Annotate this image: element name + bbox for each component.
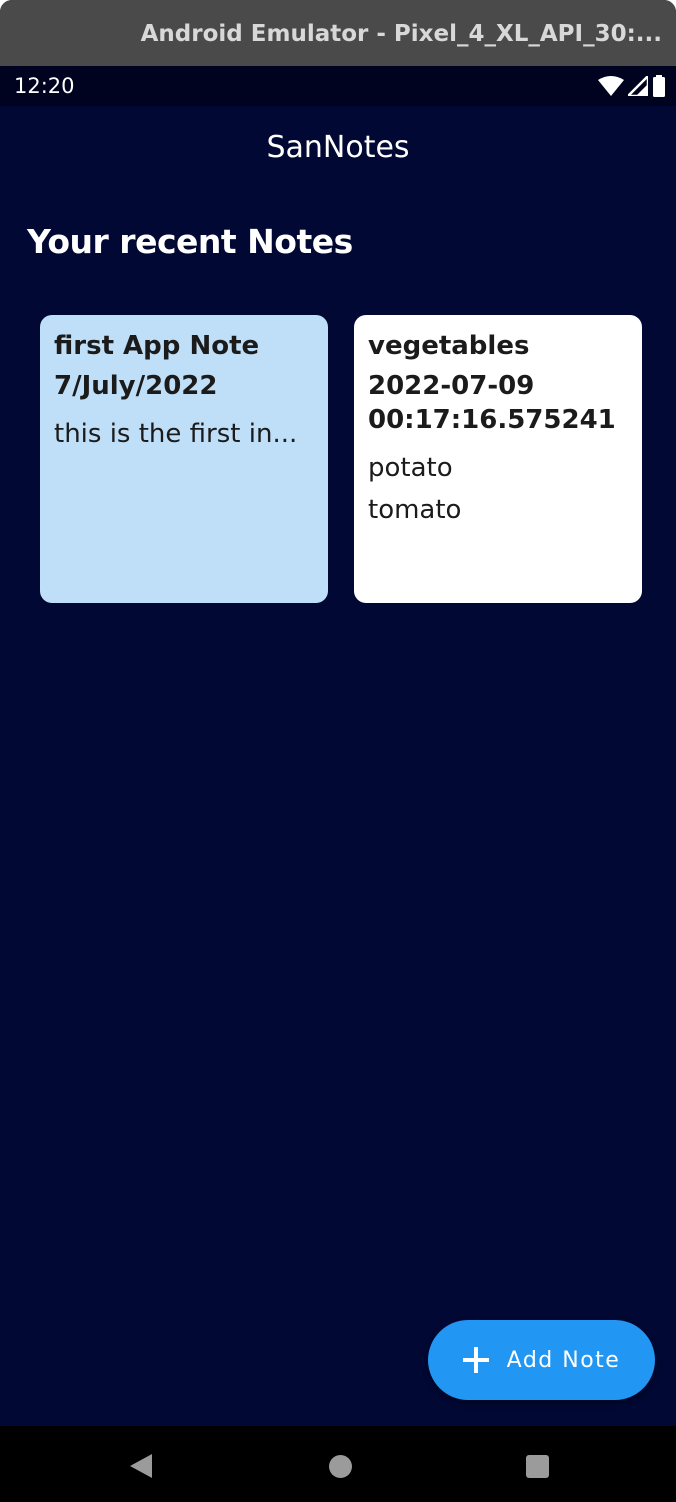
note-date: 2022-07-09 00:17:16.575241 bbox=[368, 371, 616, 435]
status-bar: 12:20 bbox=[0, 66, 676, 106]
home-icon[interactable] bbox=[329, 1455, 352, 1478]
note-date: 7/July/2022 bbox=[54, 371, 218, 401]
back-icon[interactable] bbox=[130, 1454, 152, 1478]
app-title: SanNotes bbox=[266, 130, 410, 165]
note-card[interactable]: first App Note 7/July/2022 this is the f… bbox=[40, 315, 328, 603]
add-note-label: Add Note bbox=[506, 1347, 621, 1373]
note-title: first App Note bbox=[54, 331, 260, 361]
status-time: 12:20 bbox=[14, 74, 75, 98]
note-card[interactable]: vegetables 2022-07-09 00:17:16.575241 po… bbox=[354, 315, 642, 603]
wifi-icon bbox=[598, 76, 624, 96]
status-icons bbox=[598, 74, 666, 98]
signal-icon bbox=[628, 76, 648, 96]
note-title: vegetables bbox=[368, 331, 530, 361]
plus-icon bbox=[462, 1347, 489, 1373]
note-body: this is the first in... bbox=[54, 419, 298, 449]
section-heading: Your recent Notes bbox=[27, 222, 353, 261]
battery-icon bbox=[653, 75, 665, 97]
note-body: potato tomato bbox=[368, 453, 462, 525]
emulator-window: Android Emulator - Pixel_4_XL_API_30:...… bbox=[0, 0, 676, 1502]
notes-grid: first App Note 7/July/2022 this is the f… bbox=[40, 315, 642, 603]
navigation-bar bbox=[0, 1426, 676, 1502]
window-title: Android Emulator - Pixel_4_XL_API_30:... bbox=[140, 21, 662, 47]
add-note-button[interactable]: Add Note bbox=[428, 1320, 655, 1400]
emulator-titlebar[interactable]: Android Emulator - Pixel_4_XL_API_30:... bbox=[0, 0, 676, 66]
recents-icon[interactable] bbox=[526, 1455, 549, 1478]
